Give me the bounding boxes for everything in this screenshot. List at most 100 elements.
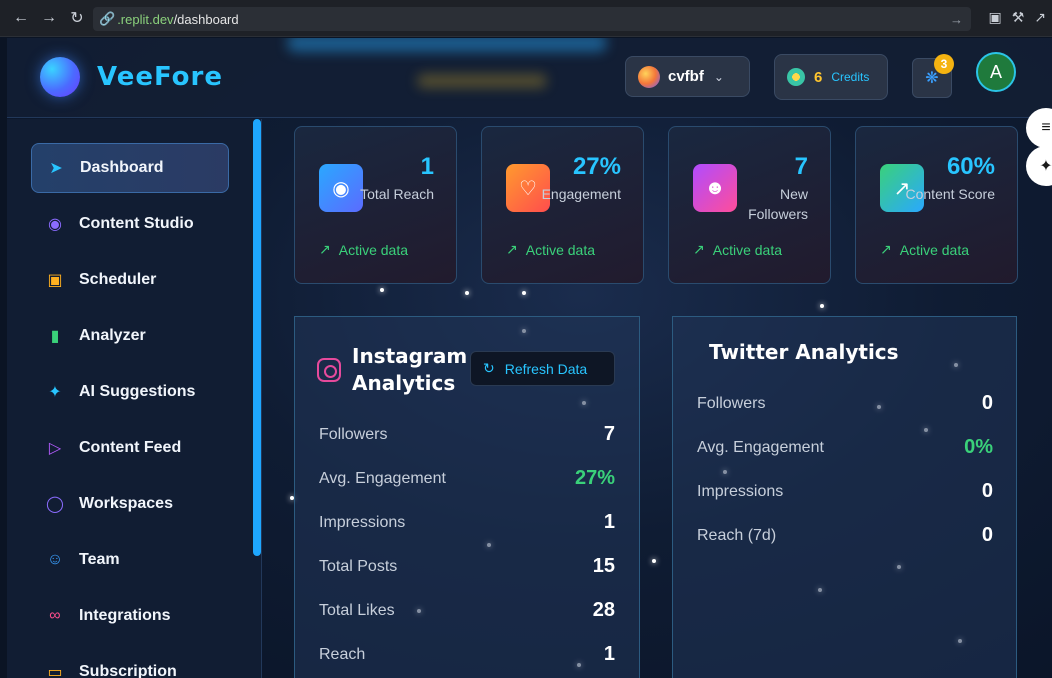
workspace-switcher[interactable]: cvfbf ⌄ [625,56,750,97]
twitter-analytics-panel: Twitter Analytics Followers 0 Avg. Engagem… [672,316,1017,678]
stat-value: 27% [572,153,621,180]
stat-footer: ↗ Active data [693,241,782,258]
stat-footer-text: Active data [525,241,595,258]
metric-row: Followers 7 [319,423,615,446]
header-glow [287,38,607,52]
bar-chart-icon: ▮ [50,328,60,345]
metric-value: 28 [592,599,615,621]
credits-count: 6 [814,68,823,86]
stat-footer-text: Active data [899,241,969,258]
metric-row: Reach 1 [319,643,615,666]
sidebar-item-label: Scheduler [79,271,157,288]
link-icon: 🔗 [99,11,116,26]
logo-orb-icon [40,57,80,97]
metric-row: Avg. Engagement 0% [697,436,993,459]
instagram-icon [317,358,341,382]
metric-value: 1 [603,643,615,665]
sparkles-icon: ✦ [48,384,62,401]
stat-card: ↗ 60% Content Score ↗ Active data [855,126,1018,284]
refresh-icon: ↻ [483,360,495,376]
instagram-panel-title: Instagram Analytics [352,343,467,397]
sidebar-item-dashboard[interactable]: ➤ Dashboard [31,143,229,193]
credits-coin-icon [787,68,805,86]
go-icon[interactable]: → [950,12,963,27]
sparkle-icon[interactable]: ✦ [1026,146,1052,186]
forward-icon[interactable]: → [36,5,62,31]
stat-label: Content Score [905,186,996,202]
external-link-icon[interactable]: ↗ [1034,9,1046,26]
refresh-data-label: Refresh Data [504,360,588,377]
sidebar-item-ai-suggestions[interactable]: ✦ AI Suggestions [31,367,229,417]
sidebar-item-integrations[interactable]: ∞ Integrations [31,591,229,641]
chevron-down-icon: ⌄ [713,69,724,84]
reload-icon[interactable]: ↻ [64,5,90,31]
sidebar-item-label: Analyzer [79,327,146,344]
quote-icon[interactable]: ≡ [1026,108,1052,148]
browser-toolbar: ← → ↻ 🔗 .replit.dev /dashboard → ▣ ⚒ ↗ [0,0,1052,37]
metric-value: 0% [964,436,993,458]
sidebar-item-content-feed[interactable]: ▷ Content Feed [31,423,229,473]
sidebar: ➤ Dashboard ◉ Content Studio ▣ Scheduler ▮ Anal… [7,119,262,678]
credits-button[interactable]: 6 Credits [774,54,888,100]
stat-value: 60% [946,153,995,180]
screen-icon[interactable]: ▣ [988,9,1001,26]
metric-row: Reach (7d) 0 [697,524,993,547]
wrench-icon[interactable]: ⚒ [1012,9,1025,26]
metric-label: Impressions [697,482,784,500]
calendar-icon: ▣ [47,272,63,289]
sidebar-item-label: Subscription [79,663,177,678]
stat-footer: ↗ Active data [319,241,408,258]
instagram-analytics-panel: Instagram Analytics ↻ Refresh Data Follo… [294,316,640,678]
sidebar-scrollbar[interactable] [253,119,261,556]
back-icon[interactable]: ← [8,5,34,31]
stat-card: ♡ 27% Engagement ↗ Active data [481,126,644,284]
stat-footer: ↗ Active data [506,241,595,258]
play-circle-icon: ▷ [48,440,62,457]
metric-row: Followers 0 [697,392,993,415]
app-logo[interactable]: VeeFore [97,62,223,92]
trend-up-icon: ↗ [693,241,705,257]
sidebar-item-label: Dashboard [80,159,164,176]
sidebar-item-label: Content Studio [79,215,194,232]
header-glow-secondary [417,74,547,88]
sidebar-item-analyzer[interactable]: ▮ Analyzer [31,311,229,361]
top-header: VeeFore cvfbf ⌄ 6 Credits ❋ 3 A [7,38,1052,118]
stat-value: 7 [794,153,808,180]
stat-card: ◉ 1 Total Reach ↗ Active data [294,126,457,284]
metric-label: Avg. Engagement [697,438,824,456]
metric-row: Impressions 0 [697,480,993,503]
metric-label: Reach [319,645,366,663]
sidebar-item-label: AI Suggestions [79,383,196,400]
palette-icon: ◉ [48,216,62,233]
sidebar-item-team[interactable]: ☺ Team [31,535,229,585]
sidebar-item-content-studio[interactable]: ◉ Content Studio [31,199,229,249]
notification-badge: 3 [934,54,954,74]
metric-row: Avg. Engagement 27% [319,467,615,490]
metric-label: Followers [319,425,388,443]
metric-label: Followers [697,394,766,412]
metric-value: 1 [603,511,615,533]
twitter-panel-title: Twitter Analytics [709,340,899,364]
metric-value: 0 [981,392,993,414]
sidebar-item-scheduler[interactable]: ▣ Scheduler [31,255,229,305]
link-icon: ∞ [49,607,61,624]
sidebar-item-workspaces[interactable]: ◯ Workspaces [31,479,229,529]
user-avatar[interactable]: A [976,52,1016,92]
trend-up-icon: ↗ [880,241,892,257]
sidebar-item-subscription[interactable]: ▭ Subscription [31,647,229,678]
address-bar[interactable]: 🔗 .replit.dev /dashboard → [93,7,971,31]
instagram-title-line2: Analytics [352,371,456,395]
metric-row: Impressions 1 [319,511,615,534]
workspace-orb-icon [638,65,660,88]
trend-up-icon: ↗ [506,241,518,257]
metric-value: 0 [981,480,993,502]
stat-label: Total Reach [360,186,434,202]
stat-footer: ↗ Active data [880,241,969,258]
stat-label: Engagement [541,186,621,202]
stat-footer-text: Active data [338,241,408,258]
metric-row: Total Likes 28 [319,599,615,622]
sidebar-item-label: Content Feed [79,439,182,456]
metric-row: Total Posts 15 [319,555,615,578]
metric-value: 0 [981,524,993,546]
refresh-data-button[interactable]: ↻ Refresh Data [470,351,615,386]
